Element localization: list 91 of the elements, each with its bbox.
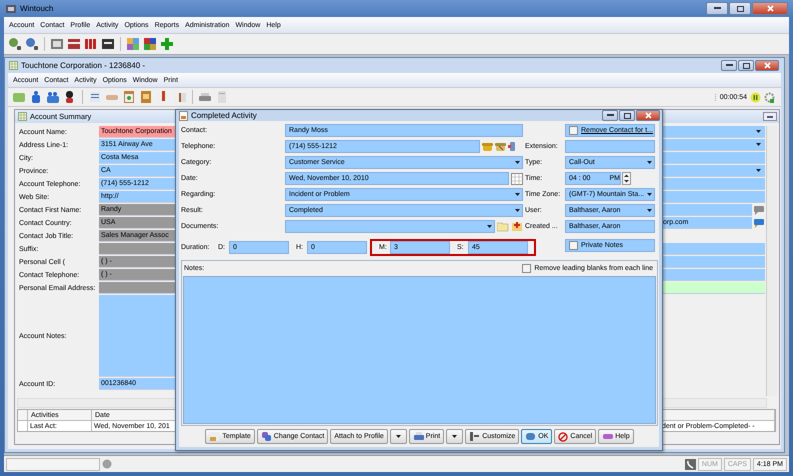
- phone-icon: [684, 458, 696, 470]
- minimize-icon: [767, 116, 773, 118]
- dropdown[interactable]: [661, 126, 765, 138]
- customize-icon: [469, 431, 480, 442]
- close-icon: [764, 62, 770, 69]
- dropdown-arrow-icon: [756, 143, 761, 146]
- dropdown-arrow-icon: [487, 225, 492, 228]
- pause-icon[interactable]: [750, 92, 761, 102]
- speech-bubble-icon[interactable]: [753, 204, 765, 216]
- close-icon: [644, 112, 652, 119]
- table-icon[interactable]: [67, 37, 81, 51]
- minimize-icon: [714, 7, 720, 10]
- dropdown-arrow-icon: [396, 435, 401, 438]
- text-field[interactable]: [661, 152, 765, 164]
- text-field[interactable]: [661, 243, 765, 255]
- dropdown-arrow-icon: [647, 193, 652, 196]
- dropdown[interactable]: [661, 139, 765, 151]
- dropdown-arrow-icon: [756, 130, 761, 133]
- close-button[interactable]: [752, 2, 788, 15]
- text-field[interactable]: [661, 282, 765, 294]
- document-icon: [179, 110, 188, 120]
- text-field[interactable]: [565, 140, 655, 153]
- minimize-icon: [726, 64, 732, 67]
- text-field[interactable]: [661, 204, 752, 216]
- maximize-button[interactable]: [619, 110, 635, 121]
- magnifier-icon[interactable]: [25, 37, 39, 51]
- columns-icon[interactable]: [84, 37, 98, 51]
- app-logo-icon: [6, 4, 16, 14]
- plus-icon[interactable]: [160, 37, 174, 51]
- puzzle-icon[interactable]: [126, 37, 140, 51]
- circle-icon: [102, 459, 112, 469]
- dropdown-arrow-icon: [647, 161, 652, 164]
- dropdown-arrow-icon: [452, 435, 458, 438]
- close-button[interactable]: [755, 60, 779, 71]
- grid-icon[interactable]: [50, 37, 64, 51]
- menu-button[interactable]: [390, 429, 407, 444]
- text-field[interactable]: [99, 282, 176, 294]
- printer-icon[interactable]: [198, 90, 212, 104]
- notebook-icon[interactable]: [139, 90, 153, 104]
- text-field[interactable]: [661, 178, 765, 190]
- checkbox[interactable]: [569, 241, 578, 250]
- minimize-icon: [606, 114, 614, 117]
- dropdown-arrow-icon: [515, 209, 520, 212]
- dropdown-arrow-icon: [515, 193, 520, 196]
- maximize-icon: [736, 6, 744, 12]
- notes-field[interactable]: [99, 295, 176, 377]
- color-grid-icon[interactable]: [143, 37, 157, 51]
- window-title: Wintouch: [20, 4, 54, 13]
- grid-icon: [9, 61, 18, 70]
- minimize-button[interactable]: [602, 110, 618, 121]
- print-icon: [412, 431, 424, 442]
- prohibited-icon: [558, 432, 568, 442]
- text-field[interactable]: [661, 269, 765, 281]
- template-icon: [209, 431, 220, 442]
- dialog-title: Completed Activity: [191, 111, 257, 120]
- people-icon[interactable]: [46, 90, 60, 104]
- calendar-icon[interactable]: [122, 90, 136, 104]
- document-icon[interactable]: [215, 90, 229, 104]
- phone-device-icon[interactable]: [508, 141, 517, 152]
- dropdown-arrow-icon: [515, 161, 520, 164]
- close-icon: [766, 5, 774, 12]
- vertical-scrollbar[interactable]: [766, 126, 777, 396]
- text-field[interactable]: [99, 243, 176, 255]
- maximize-button[interactable]: [738, 60, 754, 71]
- telephone-icon[interactable]: [495, 141, 506, 152]
- document-add-icon[interactable]: [511, 221, 523, 232]
- speech-bubble-icon[interactable]: [753, 218, 765, 228]
- maximize-icon: [742, 62, 750, 68]
- note-icon[interactable]: [88, 90, 102, 104]
- checkbox[interactable]: [569, 126, 578, 135]
- dropdown[interactable]: [661, 165, 765, 177]
- minimize-button[interactable]: [763, 112, 777, 121]
- text-field[interactable]: [661, 191, 765, 203]
- text-field[interactable]: [661, 256, 765, 268]
- close-button[interactable]: [636, 110, 660, 121]
- maximize-button[interactable]: [729, 2, 751, 15]
- corner-header-cell: [18, 410, 28, 421]
- dropdown-arrow-icon: [756, 169, 761, 172]
- telephone-icon[interactable]: [482, 141, 493, 152]
- checkbox[interactable]: [522, 264, 532, 273]
- row-header-cell[interactable]: [18, 421, 28, 431]
- minimize-button[interactable]: [706, 2, 728, 15]
- minimize-button[interactable]: [721, 60, 737, 71]
- grid-icon: [18, 112, 27, 121]
- dropdown-arrow-icon: [647, 209, 652, 212]
- maximize-icon: [624, 112, 630, 118]
- menu-button[interactable]: [446, 429, 464, 444]
- magnifier-icon[interactable]: [8, 37, 22, 51]
- window-title: Touchtone Corporation - 1236840 -: [21, 61, 146, 70]
- spinner-icon[interactable]: [622, 172, 631, 185]
- calendar-icon[interactable]: [511, 172, 523, 184]
